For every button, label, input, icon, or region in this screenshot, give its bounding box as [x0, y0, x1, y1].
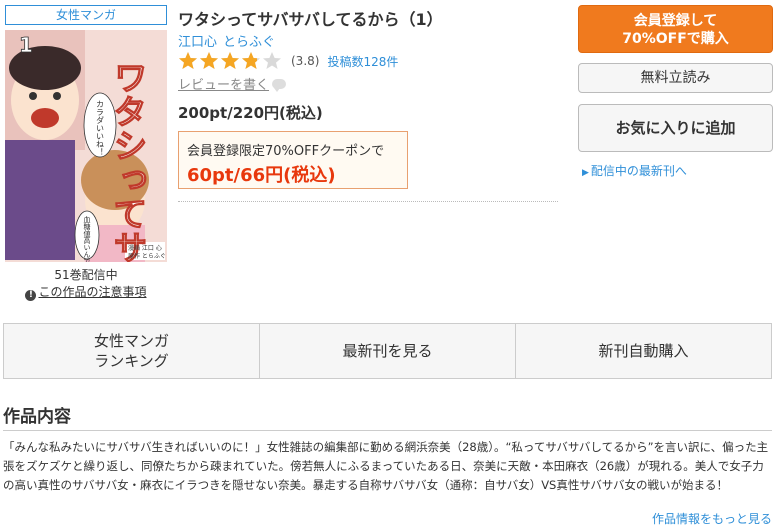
coupon-text: 会員登録限定70%OFFクーポンで: [187, 144, 385, 159]
volumes-count: 51巻配信中: [54, 268, 118, 282]
genre-badge[interactable]: 女性マンガ: [5, 5, 167, 25]
tab-latest-volume-label: 最新刊を見る: [342, 342, 433, 360]
register-purchase-button[interactable]: 会員登録して 70%OFFで購入: [578, 5, 773, 53]
speech-bubble-icon: [272, 78, 287, 92]
tab-latest-volume[interactable]: 最新刊を見る: [260, 324, 516, 378]
cover-credit-art: 漫画 江口 心: [128, 244, 162, 252]
cover-speech-bubble-1: カラダいいね！: [96, 100, 105, 156]
reviews-count-link[interactable]: 投稿数128件: [327, 53, 398, 70]
tab-ranking-line1: 女性マンガ: [93, 332, 169, 350]
cover-image[interactable]: 1 ワタシってサバサバしてるから カラダいいね！ 血糖値高いんですか？ 漫画 江…: [5, 30, 167, 262]
rating-score: (3.8): [291, 54, 320, 68]
more-info-link[interactable]: 作品情報をもっと見る: [652, 510, 772, 527]
info-icon: !: [25, 290, 37, 301]
free-sample-button[interactable]: 無料立読み: [578, 63, 773, 93]
description: 「みんな私みたいにサバサバ生きればいいのに！」女性雑誌の編集部に勤める網浜奈美（…: [3, 440, 769, 492]
cover-title-vertical: ワタシってサバサバしてるから: [107, 60, 147, 262]
register-button-line2: 70%OFFで購入: [622, 31, 729, 47]
latest-volume-link[interactable]: ▶ 配信中の最新刊へ: [582, 162, 687, 179]
star-icon: [242, 52, 260, 69]
page-title: ワタシってサバサバしてるから（1）: [178, 10, 443, 29]
tab-ranking-line2: ランキング: [94, 352, 169, 370]
caution-label[interactable]: この作品の注意事項: [38, 285, 146, 299]
caution-link[interactable]: ! この作品の注意事項: [5, 283, 167, 301]
divider: [178, 201, 558, 202]
rating: (3.8) 投稿数128件: [178, 50, 398, 72]
star-icon: [200, 52, 218, 69]
cover-speech-bubble-2: 血糖値高いんですか？: [83, 215, 91, 262]
triangle-right-icon: ▶: [582, 168, 589, 178]
cover-credit-story: 原作 とらふぐ: [128, 252, 166, 260]
star-icon: [179, 52, 197, 69]
author-link-writer[interactable]: とらふぐ: [223, 35, 275, 50]
author-link-illustrator[interactable]: 江口心: [178, 35, 217, 50]
register-button-line1: 会員登録して: [633, 13, 718, 29]
latest-volume-label[interactable]: 配信中の最新刊へ: [591, 164, 687, 178]
section-title: 作品内容: [3, 407, 71, 427]
star-icon: [221, 52, 239, 69]
authors: 江口心 とらふぐ: [178, 31, 281, 50]
action-tabs: 女性マンガ ランキング 最新刊を見る 新刊自動購入: [3, 323, 772, 379]
section-divider: [3, 430, 772, 431]
cover-volume-number: 1: [19, 33, 33, 57]
write-review-link[interactable]: レビューを書く: [178, 74, 287, 93]
star-rating: [178, 51, 283, 71]
add-favorite-button[interactable]: お気に入りに追加: [578, 104, 773, 152]
write-review-label[interactable]: レビューを書く: [178, 74, 269, 93]
star-icon: [263, 52, 281, 69]
coupon-box: 会員登録限定70%OFFクーポンで 60pt/66円(税込): [178, 131, 408, 189]
tab-auto-purchase[interactable]: 新刊自動購入: [516, 324, 771, 378]
tab-ranking[interactable]: 女性マンガ ランキング: [4, 324, 260, 378]
price: 200pt/220円(税込): [178, 104, 323, 122]
tab-auto-purchase-label: 新刊自動購入: [598, 342, 689, 360]
coupon-price: 60pt/66円(税込): [187, 165, 336, 186]
